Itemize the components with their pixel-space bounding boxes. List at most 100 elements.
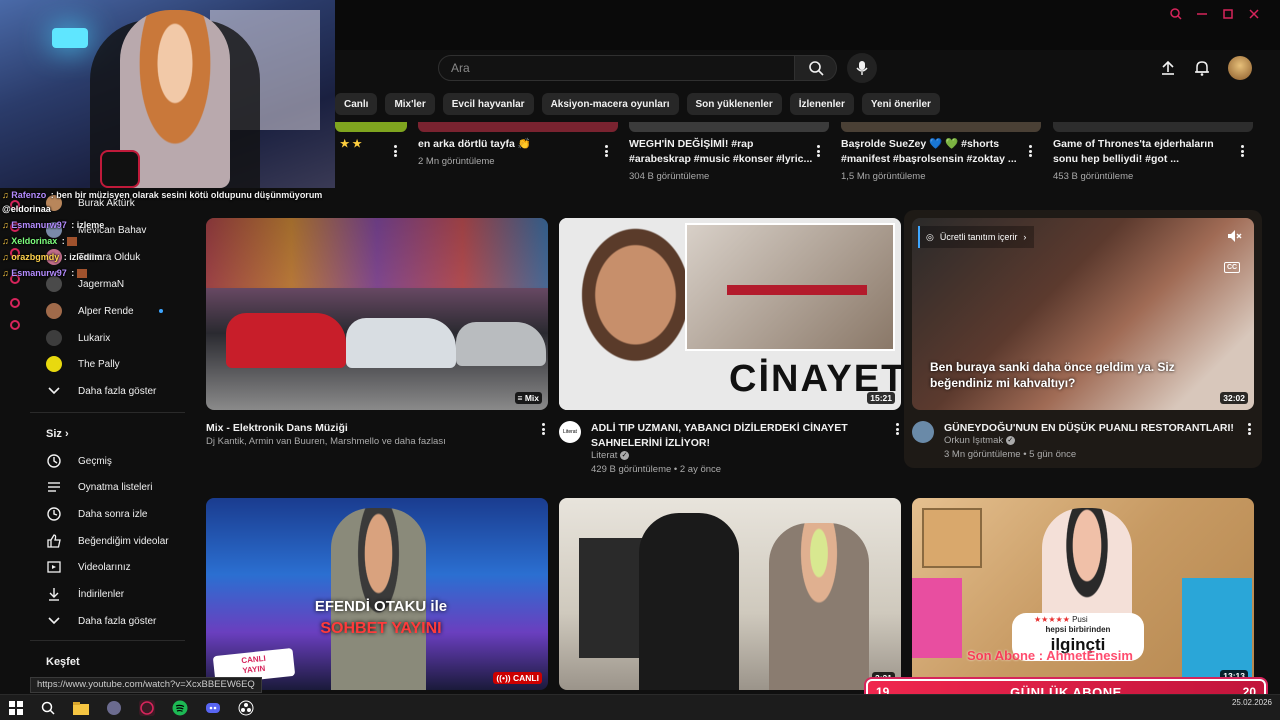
video-title[interactable]: en arka dörtlü tayfa 👏 xyxy=(418,137,598,152)
browser-icon[interactable] xyxy=(139,700,155,716)
sidebar-item-label: Daha sonra izle xyxy=(78,508,148,520)
short-card[interactable]: Game of Thrones'ta ejderhaların sonu hep… xyxy=(1053,137,1238,184)
badge-text: Ücretli tanıtım içerir xyxy=(939,232,1018,242)
close-icon[interactable] xyxy=(1248,8,1260,20)
chip-live[interactable]: Canlı xyxy=(335,93,378,115)
chat-username: orazbgmdy xyxy=(11,252,60,262)
video-stats: 3 Mn görüntüleme • 5 gün önce xyxy=(944,449,1077,460)
chip-recently-uploaded[interactable]: Son yüklenenler xyxy=(686,93,782,115)
sidebar-subscription-lukarix[interactable]: Lukarix xyxy=(30,325,185,351)
video-title[interactable]: GÜNEYDOĞU'NUN EN DÜŞÜK PUANLI RESTORANTL… xyxy=(944,421,1244,436)
video-thumbnail[interactable] xyxy=(841,122,1041,132)
video-thumbnail[interactable] xyxy=(1053,122,1253,132)
video-channel[interactable]: Orkun Işıtmak ✓ xyxy=(944,435,1015,446)
chip-action-adventure[interactable]: Aksiyon-macera oyunları xyxy=(541,93,679,115)
short-card[interactable]: en arka dörtlü tayfa 👏 2 Mn görüntüleme xyxy=(418,137,598,169)
channel-avatar xyxy=(46,303,62,319)
lamp-light xyxy=(52,28,88,48)
minimize-icon[interactable] xyxy=(1196,8,1208,20)
chevron-right-icon: › xyxy=(64,428,69,440)
sidebar-item-playlists[interactable]: Oynatma listeleri xyxy=(30,474,185,500)
verified-icon: ✓ xyxy=(1005,435,1015,445)
playlists-icon xyxy=(44,477,64,497)
search-input[interactable]: Ara xyxy=(438,55,795,81)
sidebar-explore-header: Keşfet xyxy=(46,656,80,668)
video-title[interactable]: Game of Thrones'ta ejderhaların sonu hep… xyxy=(1053,137,1238,167)
sidebar-you-header[interactable]: Siz › xyxy=(46,428,69,440)
filter-chips: Canlı Mix'ler Evcil hayvanlar Aksiyon-ma… xyxy=(335,93,940,117)
more-options-icon[interactable] xyxy=(892,422,902,436)
video-card[interactable]: EFENDİ OTAKU ile SOHBET YAYINI CANLI YAY… xyxy=(206,498,548,690)
video-title[interactable]: ADLİ TIP UZMANI, YABANCI DİZİLERDEKİ CİN… xyxy=(591,421,881,451)
taskbar-date: 25.02.2026 xyxy=(1231,698,1272,707)
chip-watched[interactable]: İzlenenler xyxy=(789,93,854,115)
maximize-icon[interactable] xyxy=(1222,8,1234,20)
system-tray[interactable]: 25.02.2026 xyxy=(1232,698,1272,708)
sidebar-item-liked-videos[interactable]: Beğendiğim videolar xyxy=(30,528,185,554)
sidebar-item-your-videos[interactable]: Videolarınız xyxy=(30,554,185,580)
chevron-down-icon xyxy=(44,381,64,401)
video-thumbnail[interactable] xyxy=(418,122,618,132)
account-avatar[interactable] xyxy=(1228,56,1252,80)
search-icon[interactable] xyxy=(1170,8,1182,20)
notifications-bell-icon[interactable] xyxy=(1194,60,1210,76)
video-channel[interactable]: Literat ✓ xyxy=(591,450,630,461)
video-card[interactable]: ★★★★★ Pusi hepsi birbirinden ilginçti So… xyxy=(912,498,1254,690)
chip-mixes[interactable]: Mix'ler xyxy=(385,93,435,115)
video-title[interactable]: Mix - Elektronik Dans Müziği xyxy=(206,421,526,436)
channel-avatar[interactable] xyxy=(912,421,934,443)
more-options-icon[interactable] xyxy=(813,144,823,158)
video-thumbnail[interactable]: ★★★★★ Pusi hepsi birbirinden ilginçti So… xyxy=(912,498,1254,690)
search-button[interactable] xyxy=(795,55,837,81)
video-card[interactable]: CİNAYET 15:21 Literat ADLİ TIP UZMANI, Y… xyxy=(559,218,901,475)
video-title[interactable]: Başrolde SueZey 💙 💚 #shorts #manifest #b… xyxy=(841,137,1026,167)
sidebar-show-more-you[interactable]: Daha fazla göster xyxy=(30,608,185,634)
video-thumbnail[interactable]: 3:21 xyxy=(559,498,901,690)
voice-search-button[interactable] xyxy=(847,53,877,83)
video-channel[interactable]: Dj Kantik, Armin van Buuren, Marshmello … xyxy=(206,436,446,447)
channel-avatar[interactable]: Literat xyxy=(559,421,581,443)
short-card[interactable]: Başrolde SueZey 💙 💚 #shorts #manifest #b… xyxy=(841,137,1026,184)
short-card[interactable]: WEGH'İN DEĞİŞİMİ! #rap #arabeskrap #musi… xyxy=(629,137,814,184)
video-thumbnail[interactable]: ≡ Mix xyxy=(206,218,548,410)
video-views: 453 B görüntüleme xyxy=(1053,171,1134,182)
closed-captions-button[interactable]: CC xyxy=(1224,262,1240,273)
sidebar-subscription-the-pally[interactable]: The Pally xyxy=(30,351,185,377)
more-options-icon[interactable] xyxy=(1244,422,1254,436)
app-icon[interactable] xyxy=(106,700,122,716)
sidebar-item-label: JagermaN xyxy=(78,278,125,290)
video-preview-player[interactable]: ◎ Ücretli tanıtım içerir › CC Ben buraya s… xyxy=(912,218,1254,410)
search-icon[interactable] xyxy=(40,700,56,716)
more-options-icon[interactable] xyxy=(1025,144,1035,158)
video-card[interactable]: 3:21 xyxy=(559,498,901,690)
windows-start-icon[interactable] xyxy=(8,700,24,716)
video-card[interactable]: ◎ Ücretli tanıtım içerir › CC Ben buraya s… xyxy=(912,218,1254,460)
spotify-icon[interactable] xyxy=(172,700,188,716)
sidebar-item-watch-later[interactable]: Daha sonra izle xyxy=(30,501,185,527)
discord-icon[interactable] xyxy=(205,700,221,716)
masthead-actions xyxy=(1160,56,1252,80)
sidebar-subscription-alper-rende[interactable]: Alper Rende xyxy=(30,298,185,324)
file-explorer-icon[interactable] xyxy=(73,700,89,716)
video-thumbnail[interactable]: CİNAYET 15:21 xyxy=(559,218,901,410)
paid-promotion-badge[interactable]: ◎ Ücretli tanıtım içerir › xyxy=(918,226,1035,248)
video-title[interactable]: WEGH'İN DEĞİŞİMİ! #rap #arabeskrap #musi… xyxy=(629,137,814,167)
obs-icon[interactable] xyxy=(238,700,254,716)
video-thumbnail[interactable]: EFENDİ OTAKU ile SOHBET YAYINI CANLI YAY… xyxy=(206,498,548,690)
more-options-icon[interactable] xyxy=(538,422,548,436)
upload-icon[interactable] xyxy=(1160,60,1176,76)
video-thumbnail[interactable] xyxy=(629,122,829,132)
sidebar-item-history[interactable]: Geçmiş xyxy=(30,448,185,474)
chat-username: Xeldorinax xyxy=(11,236,58,246)
more-options-icon[interactable] xyxy=(1237,144,1247,158)
thumbs-up-icon xyxy=(44,531,64,551)
chip-pets[interactable]: Evcil hayvanlar xyxy=(442,93,534,115)
more-options-icon[interactable] xyxy=(390,144,400,158)
mute-icon[interactable] xyxy=(1226,228,1242,244)
sidebar-show-more-subscriptions[interactable]: Daha fazla göster xyxy=(30,378,185,404)
sidebar-item-downloads[interactable]: İndirilenler xyxy=(30,581,185,607)
more-options-icon[interactable] xyxy=(601,144,611,158)
video-thumbnail[interactable] xyxy=(335,122,407,132)
chip-new-to-you[interactable]: Yeni öneriler xyxy=(861,93,940,115)
video-card[interactable]: ≡ Mix Mix - Elektronik Dans Müziği Dj Ka… xyxy=(206,218,548,447)
